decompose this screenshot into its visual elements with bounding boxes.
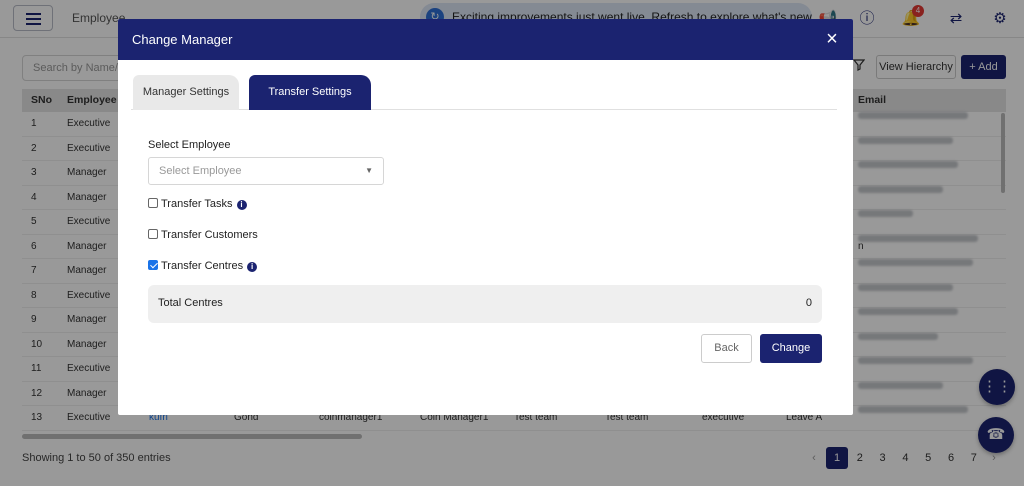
modal-title: Change Manager [132,32,233,47]
transfer-customers-option[interactable]: Transfer Customers [148,228,258,242]
transfer-tasks-label: Transfer Tasks [161,198,233,210]
info-icon[interactable]: i [247,262,258,272]
select-employee-label: Select Employee [148,139,231,151]
info-icon[interactable]: i [236,200,247,210]
transfer-tasks-checkbox[interactable] [148,198,158,208]
tab-transfer-settings[interactable]: Transfer Settings [249,75,371,110]
caret-down-icon: ▼ [365,166,373,175]
transfer-centres-option[interactable]: Transfer Centres i [148,259,258,273]
total-centres-label: Total Centres [158,297,223,309]
tab-manager-settings[interactable]: Manager Settings [133,75,239,110]
total-centres-panel: Total Centres 0 [148,285,822,323]
transfer-tasks-option[interactable]: Transfer Tasks i [148,197,247,211]
back-button[interactable]: Back [701,334,752,363]
total-centres-value: 0 [805,297,812,309]
modal-tabs: Manager Settings Transfer Settings [131,75,837,110]
transfer-customers-checkbox[interactable] [148,229,158,239]
transfer-centres-checkbox[interactable] [148,260,158,270]
transfer-customers-label: Transfer Customers [161,229,258,241]
select-employee-dropdown[interactable]: Select Employee ▼ [148,157,384,185]
modal-header: Change Manager × [118,19,853,60]
change-button[interactable]: Change [760,334,822,363]
change-manager-modal: Change Manager × Manager Settings Transf… [118,19,853,415]
close-icon[interactable]: × [821,28,843,50]
select-placeholder: Select Employee [159,165,242,177]
transfer-centres-label: Transfer Centres [161,260,244,272]
